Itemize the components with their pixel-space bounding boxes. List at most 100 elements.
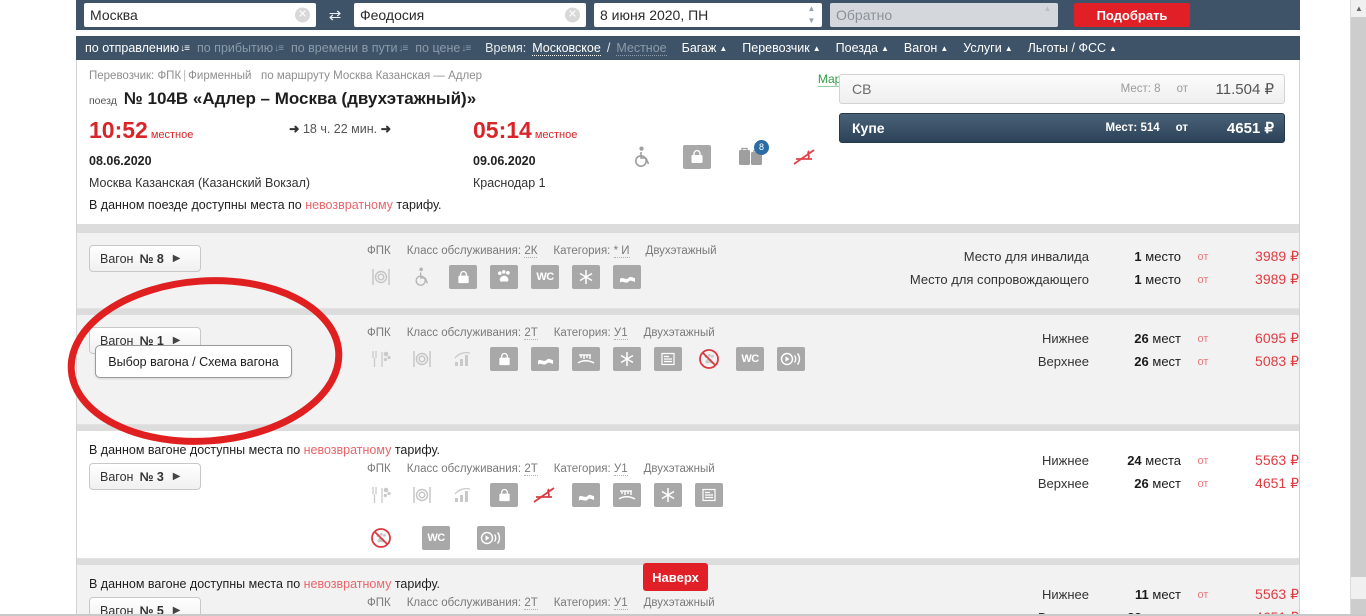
class-row-kupe[interactable]: Купе Мест: 514 от 4651 ₽ (839, 113, 1285, 143)
seat-price: 4651 ₽ (1255, 475, 1299, 491)
clear-origin-icon[interactable]: ✕ (295, 7, 310, 23)
wagon-carrier: ФПК (367, 327, 391, 339)
seat-count: 26 мест (1089, 476, 1181, 491)
search-submit-button[interactable]: Подобрать (1074, 3, 1190, 27)
wagon-fare-note-post: тарифу. (391, 443, 440, 457)
trip-duration-value: 18 ч. 22 мин. (302, 122, 378, 136)
wagon-service-value[interactable]: 2Т (524, 327, 538, 340)
wc-icon: WC (422, 526, 450, 550)
train-fare-note: В данном поезде доступны места по невозв… (77, 198, 1299, 212)
swap-icon[interactable]: ⇄ (324, 6, 346, 24)
shower-icon (613, 483, 641, 507)
seat-count: 26 мест (1089, 331, 1181, 346)
sort-by-departure[interactable]: по отправлению ↓≡ (82, 41, 192, 55)
filter-menu-baggage[interactable]: Багаж ▲ (682, 41, 728, 55)
sort-desc-icon: ↓≡ (180, 42, 190, 54)
sort-by-duration[interactable]: по времени в пути ↓≡ (288, 41, 410, 55)
wagon-category-value[interactable]: У1 (613, 327, 628, 340)
wagon-price-row: Верхнее 26 мест от 5083 ₽ (899, 350, 1299, 373)
filter-menu-trains[interactable]: Поезда ▲ (836, 41, 889, 55)
results-content: Перевозчик: ФПК | Фирменный по маршруту Мо… (76, 60, 1300, 616)
wc-icon: WC (531, 265, 559, 289)
wagon-category-value[interactable]: У1 (613, 463, 628, 476)
seat-count-unit: мест (1152, 587, 1181, 602)
no-smoking-icon (791, 145, 819, 169)
filter-menu-benefits[interactable]: Льготы / ФСС ▲ (1028, 41, 1117, 55)
sort-by-price[interactable]: по цене ↓≡ (412, 41, 473, 55)
arrival-station: Краснодар 1 (473, 176, 546, 190)
wagon-meta: ФПК Класс обслуживания: 2К Категория: * … (367, 245, 717, 258)
wagon-carrier: ФПК (367, 463, 391, 475)
wagon-service-value[interactable]: 2Т (524, 597, 538, 610)
seat-count-number: 1 (1134, 249, 1142, 264)
departure-date: 08.06.2020 (89, 154, 152, 168)
filter-menu-wagon[interactable]: Вагон ▲ (904, 41, 948, 55)
carrier-firm: Фирменный (188, 70, 252, 82)
return-date-field[interactable]: Обратно ▲ (830, 3, 1058, 27)
wagon-service-value[interactable]: 2Т (524, 463, 538, 476)
class-row-sv[interactable]: СВ Мест: 8 от 11.504 ₽ (839, 74, 1285, 104)
wagon-category-value[interactable]: * И (613, 245, 630, 258)
depart-date-field[interactable]: 8 июня 2020, ПН ▲ ▼ (594, 3, 822, 27)
return-date-stepper[interactable]: ▲ (1042, 5, 1053, 25)
left-gutter (0, 0, 76, 616)
filter-menu-carrier[interactable]: Перевозчик ▲ (742, 41, 820, 55)
time-moscow-option[interactable]: Московское (532, 41, 601, 56)
sort-by-arrival-label: по прибытию (196, 41, 274, 55)
seat-price: 5563 ₽ (1255, 586, 1299, 602)
train-label: поезд (89, 95, 117, 107)
luggage-icon: 8 (737, 140, 769, 169)
wagon-select-button-3[interactable]: Вагон № 3 ▶ (89, 463, 201, 490)
wagon-deck: Двухэтажный (643, 327, 715, 339)
destination-field[interactable]: Феодосия ✕ (354, 3, 586, 27)
no-pets-icon (695, 347, 723, 371)
wagon-deck: Двухэтажный (645, 245, 717, 257)
wagon-category-label: Категория: (553, 463, 611, 475)
air-conditioning-icon (654, 483, 682, 507)
wagon-number: № 8 (139, 251, 164, 266)
seat-count-unit: место (1145, 249, 1181, 264)
departure-time-value: 10:52 (89, 117, 148, 143)
seat-count-unit: мест (1152, 476, 1181, 491)
bedding-icon (613, 265, 641, 289)
clear-destination-icon[interactable]: ✕ (565, 7, 580, 23)
class-seats-count: 514 (1140, 122, 1160, 134)
scroll-to-top-button[interactable]: Наверх (643, 563, 708, 591)
wagon-service-label: Класс обслуживания: (406, 245, 522, 257)
wagon-price-row: Нижнее 11 мест от 5563 ₽ (899, 583, 1299, 606)
wagon-prices: Нижнее 24 места от 5563 ₽ Верхнее 26 мес… (899, 449, 1299, 495)
press-icon (695, 483, 723, 507)
page-scrollbar[interactable]: ▲ (1350, 0, 1366, 616)
chevron-up-icon: ▲ (1109, 43, 1117, 53)
seat-count: 24 места (1089, 453, 1181, 468)
seat-count-unit: места (1145, 453, 1181, 468)
press-icon (654, 347, 682, 371)
sort-desc-icon: ↓≡ (274, 42, 284, 54)
wagon-amenity-icons: WC (367, 347, 887, 371)
wagon-select-button-8[interactable]: Вагон № 8 ▶ (89, 245, 201, 272)
class-from-label: от (1176, 83, 1188, 95)
depart-date-stepper[interactable]: ▲ ▼ (806, 5, 817, 25)
page-root: Москва ✕ ⇄ Феодосия ✕ 8 июня 2020, ПН ▲ ▼… (0, 0, 1366, 616)
filter-menu-services[interactable]: Услуги ▲ (963, 41, 1012, 55)
time-local-option[interactable]: Местное (616, 41, 667, 56)
chevron-right-icon: ▶ (172, 471, 181, 482)
time-label: Время: (485, 41, 527, 55)
wagon-deck: Двухэтажный (643, 597, 715, 609)
wagon-price-row: Место для инвалида 1 место от 3989 ₽ (899, 245, 1299, 268)
sort-by-arrival[interactable]: по прибытию ↓≡ (194, 41, 286, 55)
seat-price: 3989 ₽ (1255, 248, 1299, 264)
origin-field[interactable]: Москва ✕ (84, 3, 316, 27)
wagon-service-value[interactable]: 2К (524, 245, 538, 258)
from-label: от (1197, 273, 1209, 286)
seat-count-number: 26 (1134, 476, 1149, 491)
sort-by-departure-label: по отправлению (85, 41, 180, 55)
wagon-category-value[interactable]: У1 (613, 597, 628, 610)
class-seats-count: 8 (1154, 83, 1161, 95)
train-header: Перевозчик: ФПК | Фирменный по маршруту Мо… (77, 60, 1299, 196)
bedding-icon (531, 347, 559, 371)
bag-icon (490, 347, 518, 371)
scroll-up-arrow-icon[interactable]: ▲ (1351, 0, 1366, 17)
train-amenity-icons: 8 (629, 140, 819, 169)
scrollbar-thumb[interactable] (1351, 17, 1366, 577)
